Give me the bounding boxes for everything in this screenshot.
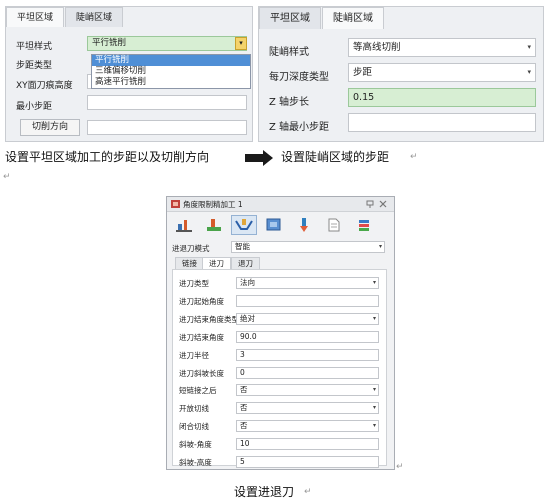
z-min-stepdown-input[interactable]: [348, 113, 536, 132]
subtab-approach[interactable]: 进刀: [202, 257, 231, 269]
approach-row-label: 闭合切线: [179, 422, 209, 431]
dialog-titlebar: 角度限制精加工 1: [167, 197, 394, 212]
approach-row-select[interactable]: 法向 ▾: [236, 277, 379, 289]
z-stepdown-value: 0.15: [353, 92, 375, 103]
paragraph-mark: ↵: [396, 462, 404, 472]
app-icon: [171, 200, 180, 208]
z-stepdown-input[interactable]: 0.15: [348, 88, 536, 107]
approach-row-value: 绝对: [240, 314, 255, 323]
approach-row-value: 10: [240, 439, 250, 448]
approach-row-label: 进刀类型: [179, 279, 209, 288]
approach-row-label: 短链接之后: [179, 386, 217, 395]
layers-icon[interactable]: [351, 215, 377, 235]
approach-row-input[interactable]: [236, 295, 379, 307]
paragraph-mark: ↵: [304, 487, 312, 497]
approach-row-input[interactable]: 3: [236, 349, 379, 361]
cut-direction-button[interactable]: 切削方向: [20, 119, 80, 136]
tool-icon[interactable]: [171, 215, 197, 235]
flat-style-value: 平行铣削: [92, 38, 127, 48]
pin-icon[interactable]: [366, 200, 374, 208]
approach-row-label: 斜坡-高度: [179, 458, 212, 467]
paragraph-mark: ↵: [410, 152, 418, 162]
z-min-stepdown-label: Z 轴最小步距: [269, 122, 330, 133]
z-stepdown-label: Z 轴步长: [269, 97, 310, 108]
tab-steep-region[interactable]: 陡峭区域: [65, 7, 124, 27]
approach-row-input[interactable]: 90.0: [236, 331, 379, 343]
chevron-down-icon: ▾: [372, 315, 376, 322]
approach-row-value: 法向: [240, 278, 255, 287]
min-stepover-label: 最小步距: [16, 102, 53, 112]
stepover-type-label: 步距类型: [16, 61, 53, 71]
depth-per-pass-type-select[interactable]: 步距 ▾: [348, 63, 536, 82]
min-stepover-input[interactable]: [87, 95, 247, 110]
tab-flat-region[interactable]: 平坦区域: [6, 7, 65, 27]
approach-row-label: 进刀结束角度: [179, 333, 224, 342]
chevron-down-icon: ▾: [527, 43, 531, 51]
dropdown-option-parallel[interactable]: 平行铣削: [92, 55, 250, 66]
close-icon[interactable]: [379, 200, 387, 208]
flat-style-dropdown-list: 平行铣削 三维偏移切削 高速平行铣削: [91, 54, 251, 89]
tab-flat-region[interactable]: 平坦区域: [259, 7, 321, 29]
chevron-down-icon: ▾: [372, 279, 376, 286]
flat-style-select[interactable]: 平行铣削: [87, 36, 247, 51]
steep-style-value: 等高线切削: [353, 42, 401, 53]
chevron-down-icon: ▾: [372, 422, 376, 429]
chevron-down-icon[interactable]: ▾: [235, 37, 247, 50]
dropdown-option-3d-offset[interactable]: 三维偏移切削: [92, 66, 250, 77]
flat-region-panel: 平坦区域 陡峭区域 平坦样式 平行铣削 ▾ 步距类型 XY面刀痕高度 最小步距 …: [5, 6, 253, 142]
approach-row-value: 3: [240, 350, 245, 359]
flat-style-label: 平坦样式: [16, 42, 53, 52]
chevron-down-icon: ▾: [372, 386, 376, 393]
approach-row-label: 进刀结束角度类型: [179, 315, 239, 324]
stock-icon[interactable]: [201, 215, 227, 235]
document-icon[interactable]: [321, 215, 347, 235]
approach-row-label: 开放切线: [179, 404, 209, 413]
approach-row-select[interactable]: 绝对 ▾: [236, 313, 379, 325]
approach-row-value: 否: [240, 421, 248, 430]
approach-row-select[interactable]: 否 ▾: [236, 384, 379, 396]
steep-panel-tabs: 平坦区域 陡峭区域: [259, 7, 385, 29]
paragraph-mark: ↵: [3, 172, 11, 182]
depth-per-pass-type-value: 步距: [353, 67, 373, 78]
chevron-down-icon: ▾: [378, 243, 382, 250]
approach-row-value: 否: [240, 403, 248, 412]
depth-per-pass-type-label: 每刀深度类型: [269, 72, 329, 83]
caption-steep-region: 设置陡峭区域的步距: [281, 150, 390, 164]
tab-steep-region[interactable]: 陡峭区域: [322, 7, 384, 29]
approach-row-input[interactable]: 0: [236, 367, 379, 379]
subtab-links[interactable]: 链接: [175, 257, 204, 269]
toolpath-icon[interactable]: [231, 215, 257, 235]
caption-approach-retract: 设置进退刀: [234, 485, 295, 499]
dialog-toolbar: [171, 215, 389, 237]
approach-row-input[interactable]: 5: [236, 456, 379, 468]
cutter-icon[interactable]: [291, 215, 317, 235]
steep-region-panel: 平坦区域 陡峭区域 陡峭样式 等高线切削 ▾ 每刀深度类型 步距 ▾ Z 轴步长…: [258, 6, 544, 142]
cut-direction-input[interactable]: [87, 120, 247, 135]
approach-mode-label: 进退刀模式: [172, 244, 210, 253]
approach-row-input[interactable]: 10: [236, 438, 379, 450]
dropdown-option-highspeed-parallel[interactable]: 高速平行铣削: [92, 77, 250, 88]
approach-mode-select[interactable]: 智能 ▾: [231, 241, 385, 253]
approach-row-select[interactable]: 否 ▾: [236, 420, 379, 432]
approach-row-label: 斜坡-角度: [179, 440, 212, 449]
subtab-retract[interactable]: 退刀: [231, 257, 260, 269]
chevron-down-icon: ▾: [372, 404, 376, 411]
bounds-icon[interactable]: [261, 215, 287, 235]
dialog-title: 角度限制精加工 1: [183, 200, 243, 209]
approach-row-label: 进刀斜坡长度: [179, 369, 224, 378]
steep-style-select[interactable]: 等高线切削 ▾: [348, 38, 536, 57]
approach-row-label: 进刀半径: [179, 351, 209, 360]
chevron-down-icon: ▾: [527, 68, 531, 76]
approach-row-label: 进刀起始角度: [179, 297, 224, 306]
approach-row-select[interactable]: 否 ▾: [236, 402, 379, 414]
arrow-right-icon: [245, 150, 273, 166]
approach-row-value: 5: [240, 457, 245, 466]
steep-style-label: 陡峭样式: [269, 47, 309, 58]
approach-row-value: 0: [240, 368, 245, 377]
xy-cusp-height-label: XY面刀痕高度: [16, 81, 73, 91]
approach-row-value: 90.0: [240, 332, 257, 341]
flat-panel-tabs: 平坦区域 陡峭区域: [6, 7, 124, 27]
approach-row-value: 否: [240, 385, 248, 394]
caption-flat-region: 设置平坦区域加工的步距以及切削方向: [5, 150, 210, 164]
